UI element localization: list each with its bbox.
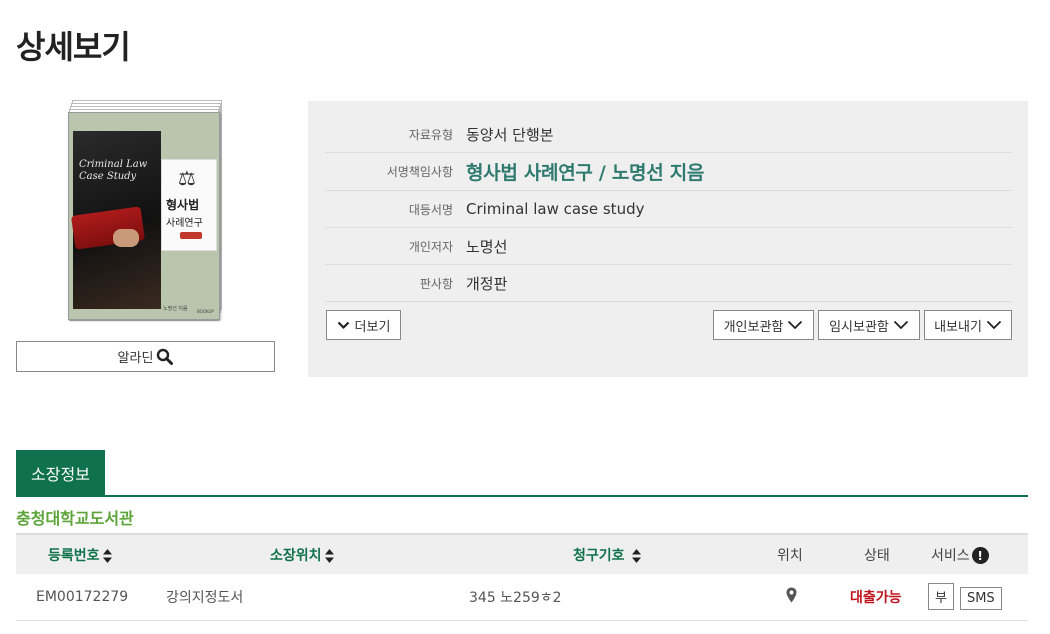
info-row-title: 서명책임사항 형사법 사례연구 / 노명선 지음 — [325, 153, 1012, 191]
info-panel: 자료유형 동양서 단행본 서명책임사항 형사법 사례연구 / 노명선 지음 대등… — [308, 101, 1028, 377]
sort-icon — [632, 548, 642, 563]
cover-photo — [70, 131, 161, 309]
sms-button[interactable]: SMS — [959, 587, 1002, 611]
library-name: 충청대학교도서관 — [16, 509, 134, 528]
temp-folder-button[interactable]: 임시보관함 — [818, 310, 920, 340]
chevron-down-icon — [893, 320, 909, 330]
info-value: 노명선 — [466, 237, 508, 256]
aladin-button[interactable]: 알라딘 — [16, 341, 275, 372]
column-header-status: 상태 — [832, 533, 928, 574]
table-row: EM00172279 강의지정도서 345 노259ㅎ2 대출가능 부 SMS — [16, 574, 1028, 621]
info-icon[interactable]: ! — [971, 547, 989, 564]
export-label: 내보내기 — [934, 319, 982, 335]
column-header-reg-no[interactable]: 등록번호 — [16, 533, 154, 574]
services-cell: 부 SMS — [928, 574, 1028, 621]
column-label: 소장위치 — [270, 547, 322, 564]
info-label: 판사항 — [419, 276, 453, 291]
column-header-call-no[interactable]: 청구기호 — [454, 533, 754, 574]
info-row-parallel-title: 대등서명 Criminal law case study — [325, 191, 1012, 228]
call-no-cell: 345 노259ㅎ2 — [454, 574, 754, 621]
status-cell: 대출가능 — [832, 574, 928, 621]
holdings-table: 등록번호 소장위치 청구기호 위치 상태 서비스! EM00172279 강의지… — [16, 533, 1028, 621]
location-cell: 강의지정도서 — [154, 574, 454, 621]
tab-holdings[interactable]: 소장정보 — [16, 450, 105, 496]
column-label: 청구기호 — [573, 547, 625, 564]
cover-publisher: BOOKUP — [197, 309, 214, 314]
info-label: 대등서명 — [408, 202, 453, 217]
column-header-location[interactable]: 소장위치 — [154, 533, 454, 574]
info-row-edition: 판사항 개정판 — [325, 265, 1012, 302]
chevron-down-icon — [337, 321, 349, 329]
hand-shape — [113, 229, 139, 247]
chevron-down-icon — [986, 320, 1002, 330]
info-value: Criminal law case study — [466, 200, 645, 218]
cover-title-en: Criminal Law Case Study — [79, 159, 148, 182]
info-label: 자료유형 — [408, 127, 453, 142]
status-available: 대출가능 — [850, 589, 902, 606]
search-icon — [157, 348, 174, 365]
column-label: 서비스 — [931, 547, 970, 564]
more-label: 더보기 — [354, 319, 391, 335]
tab-underline — [16, 495, 1028, 497]
info-label: 서명책임사항 — [386, 165, 453, 179]
sort-icon — [324, 548, 334, 563]
position-cell — [754, 574, 832, 621]
justice-statue-icon: ⚖ — [178, 166, 196, 190]
info-value: 개정판 — [466, 274, 508, 293]
cover-title-box: ⚖ 형사법 사례연구 — [161, 159, 217, 251]
info-label: 개인저자 — [408, 239, 453, 254]
page-title: 상세보기 — [16, 28, 131, 66]
info-row-author: 개인저자 노명선 — [325, 228, 1012, 265]
column-label: 등록번호 — [48, 547, 100, 564]
supplement-button[interactable]: 부 — [928, 583, 954, 611]
cover-title-ko: 형사법 — [166, 198, 200, 212]
temp-folder-label: 임시보관함 — [829, 319, 889, 335]
info-row-type: 자료유형 동양서 단행본 — [325, 116, 1012, 153]
cover-subtitle-ko: 사례연구 — [166, 218, 203, 229]
aladin-label: 알라딘 — [117, 351, 154, 366]
personal-folder-label: 개인보관함 — [723, 319, 784, 335]
book-title-link[interactable]: 형사법 사례연구 / 노명선 지음 — [466, 158, 704, 185]
personal-folder-button[interactable]: 개인보관함 — [713, 310, 814, 340]
sort-icon — [102, 548, 112, 563]
edition-badge — [180, 232, 202, 239]
table-header-row: 등록번호 소장위치 청구기호 위치 상태 서비스! — [16, 533, 1028, 574]
column-header-services: 서비스! — [928, 533, 1028, 574]
column-header-position: 위치 — [754, 533, 832, 574]
book-cover: Criminal Law Case Study ⚖ 형사법 사례연구 노명선 지… — [66, 100, 226, 325]
reg-no-cell: EM00172279 — [16, 574, 154, 621]
map-pin-icon[interactable] — [786, 587, 797, 603]
info-value: 동양서 단행본 — [466, 125, 554, 144]
chevron-down-icon — [788, 320, 803, 330]
cover-author: 노명선 지음 — [163, 306, 188, 312]
export-button[interactable]: 내보내기 — [924, 310, 1012, 340]
cover-image: Criminal Law Case Study ⚖ 형사법 사례연구 노명선 지… — [68, 112, 220, 320]
more-button[interactable]: 더보기 — [326, 310, 401, 340]
